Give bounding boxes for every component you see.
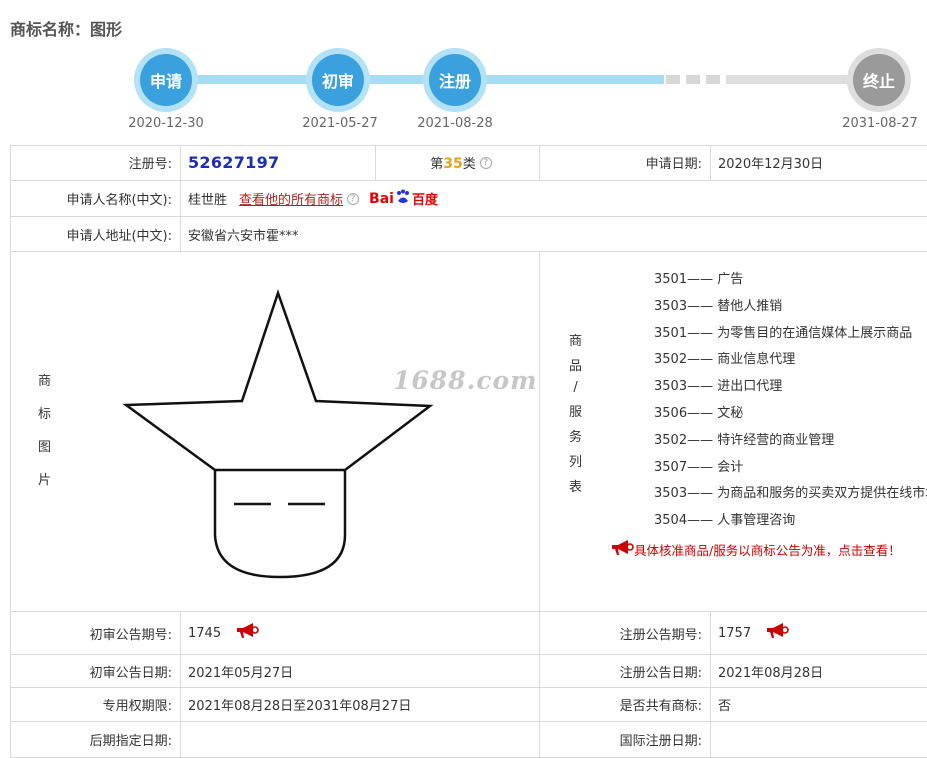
applicant-value: 桂世胜 — [188, 193, 228, 208]
shared-value: 否 — [711, 688, 927, 722]
intl-date-value — [711, 722, 927, 758]
timeline-line-done — [166, 75, 664, 84]
image-section-label: 商 标 图 片 — [38, 374, 52, 488]
baidu-paw-icon — [395, 189, 411, 209]
step-prelim: 初审 — [306, 48, 370, 112]
reg-pub-no-cell: 1757 — [711, 612, 927, 655]
exclusive-label: 专用权期限: — [10, 688, 181, 722]
reg-pub-date-label: 注册公告日期: — [540, 655, 711, 688]
reg-pub-no-value: 1757 — [718, 625, 752, 641]
prelim-no-value: 1745 — [188, 625, 222, 641]
step-terminate: 终止 — [847, 48, 911, 112]
megaphone-icon — [610, 540, 634, 559]
watermark: 1688.com — [393, 366, 538, 395]
class-value: 第35类 — [430, 156, 476, 172]
list-item: 3501—— 为零售目的在通信媒体上展示商品 — [654, 325, 913, 341]
later-date-label: 后期指定日期: — [10, 722, 181, 758]
step-date: 2021-08-28 — [417, 116, 493, 131]
step-date: 2020-12-30 — [128, 116, 204, 131]
timeline-dash — [686, 75, 700, 84]
reg-no-label: 注册号: — [10, 145, 181, 181]
apply-date-label: 申请日期: — [540, 145, 711, 181]
list-item: 3501—— 广告 — [654, 272, 744, 287]
exclusive-value: 2021年08月28日至2031年08月27日 — [181, 688, 540, 722]
prelim-no-label: 初审公告期号: — [10, 612, 181, 655]
view-all-trademarks-link[interactable]: 查看他的所有商标 — [239, 189, 343, 208]
row-prelim-date: 初审公告日期: 2021年05月27日 注册公告日期: 2021年08月28日 — [10, 655, 927, 688]
shared-label: 是否共有商标: — [540, 688, 711, 722]
goods-list: 3501—— 广告 3503—— 替他人推销 3501—— 为零售目的在通信媒体… — [654, 270, 927, 538]
applicant-label: 申请人名称(中文): — [10, 181, 181, 217]
page-title: 商标名称：图形 — [10, 20, 123, 39]
step-label: 终止 — [853, 54, 905, 106]
step-apply: 申请 — [134, 48, 198, 112]
reg-pub-date-value: 2021年08月28日 — [711, 655, 927, 688]
prelim-no-cell: 1745 — [181, 612, 540, 655]
list-item: 3502—— 商业信息代理 — [654, 352, 796, 368]
row-exclusive: 专用权期限: 2021年08月28日至2031年08月27日 是否共有商标: 否 — [10, 688, 927, 722]
row-reg-no: 注册号: 52627197 第35类 ? 申请日期: 2020年12月30日 — [10, 145, 927, 181]
step-label: 注册 — [429, 54, 481, 106]
question-icon[interactable]: ? — [479, 156, 492, 169]
step-date: 2031-08-27 — [842, 116, 918, 131]
row-later-date: 后期指定日期: 国际注册日期: — [10, 722, 927, 758]
baidu-du-text: 百度 — [411, 193, 438, 208]
timeline-dash — [706, 75, 720, 84]
applicant-cell: 桂世胜 查看他的所有商标 ? Bai 百度 — [181, 181, 927, 217]
notice-text: 具体核准商品/服务以商标公告为准，点击查看！ — [634, 543, 901, 558]
list-item: 3503—— 替他人推销 — [654, 298, 783, 314]
baidu-search-button[interactable]: Bai 百度 — [369, 189, 438, 209]
list-item: 3506—— 文秘 — [654, 405, 744, 421]
intl-date-label: 国际注册日期: — [540, 722, 711, 758]
megaphone-icon[interactable] — [235, 623, 259, 643]
address-value: 安徽省六安市霍*** — [181, 217, 927, 252]
list-item: 3504—— 人事管理咨询 — [654, 513, 796, 529]
timeline-dash — [666, 75, 680, 84]
step-register: 注册 — [423, 48, 487, 112]
address-label: 申请人地址(中文): — [10, 217, 181, 252]
class-cell: 第35类 ? — [376, 145, 540, 181]
step-label: 申请 — [140, 54, 192, 106]
later-date-value — [181, 722, 540, 758]
step-label: 初审 — [312, 54, 364, 106]
row-address: 申请人地址(中文): 安徽省六安市霍*** — [10, 217, 927, 252]
list-item: 3502—— 特许经营的商业管理 — [654, 432, 835, 448]
goods-notice-link[interactable]: 具体核准商品/服务以商标公告为准，点击查看！ — [610, 540, 901, 559]
list-item: 3503—— 进出口代理 — [654, 379, 783, 395]
megaphone-icon[interactable] — [765, 623, 789, 643]
list-item: 3507—— 会计 — [654, 459, 744, 475]
apply-date-value: 2020年12月30日 — [711, 145, 927, 181]
list-item: 3503—— 为商品和服务的买卖双方提供在线市场 — [654, 486, 927, 502]
goods-section-label: 商 品 / 服 务 列 表 — [569, 334, 583, 495]
trademark-image — [122, 289, 434, 579]
reg-no-value: 52627197 — [188, 153, 280, 172]
reg-no-cell: 52627197 — [181, 145, 376, 181]
baidu-logo-text: Bai — [369, 190, 394, 207]
step-date: 2021-05-27 — [302, 116, 378, 131]
prelim-date-value: 2021年05月27日 — [181, 655, 540, 688]
row-prelim-no: 初审公告期号: 1745 注册公告期号: 1757 — [10, 612, 927, 655]
row-applicant: 申请人名称(中文): 桂世胜 查看他的所有商标 ? Bai 百度 — [10, 181, 927, 217]
prelim-date-label: 初审公告日期: — [10, 655, 181, 688]
question-icon[interactable]: ? — [347, 192, 360, 205]
reg-pub-no-label: 注册公告期号: — [540, 612, 711, 655]
